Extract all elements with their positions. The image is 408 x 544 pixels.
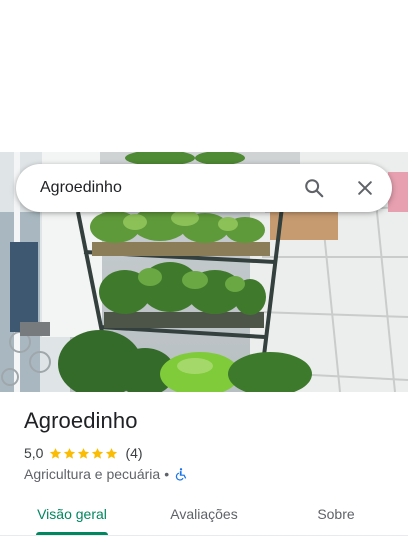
- star-icon: [106, 447, 118, 459]
- place-tabs: Visão geral Avaliações Sobre: [0, 496, 408, 536]
- review-count[interactable]: (4): [125, 445, 142, 461]
- tabs-divider: [0, 535, 408, 536]
- tab-reviews[interactable]: Avaliações: [160, 496, 248, 536]
- tab-overview[interactable]: Visão geral: [28, 496, 116, 536]
- rating-row[interactable]: 5,0 (4): [24, 444, 143, 462]
- separator-dot: •: [164, 466, 170, 482]
- tab-about[interactable]: Sobre: [296, 496, 376, 536]
- map-area-blank: [0, 0, 408, 152]
- star-icon: [64, 447, 76, 459]
- category-row: Agricultura e pecuária •: [24, 465, 188, 483]
- place-category: Agricultura e pecuária: [24, 466, 161, 482]
- search-input[interactable]: Agroedinho: [40, 164, 122, 212]
- star-icon: [92, 447, 104, 459]
- star-icon: [78, 447, 90, 459]
- wheelchair-icon: [175, 468, 187, 481]
- star-icon: [50, 447, 62, 459]
- search-icon[interactable]: [298, 172, 330, 204]
- search-bar[interactable]: Agroedinho: [16, 164, 392, 212]
- rating-value: 5,0: [24, 445, 44, 461]
- close-icon[interactable]: [349, 172, 381, 204]
- place-title: Agroedinho: [24, 408, 138, 433]
- star-rating: [49, 447, 119, 460]
